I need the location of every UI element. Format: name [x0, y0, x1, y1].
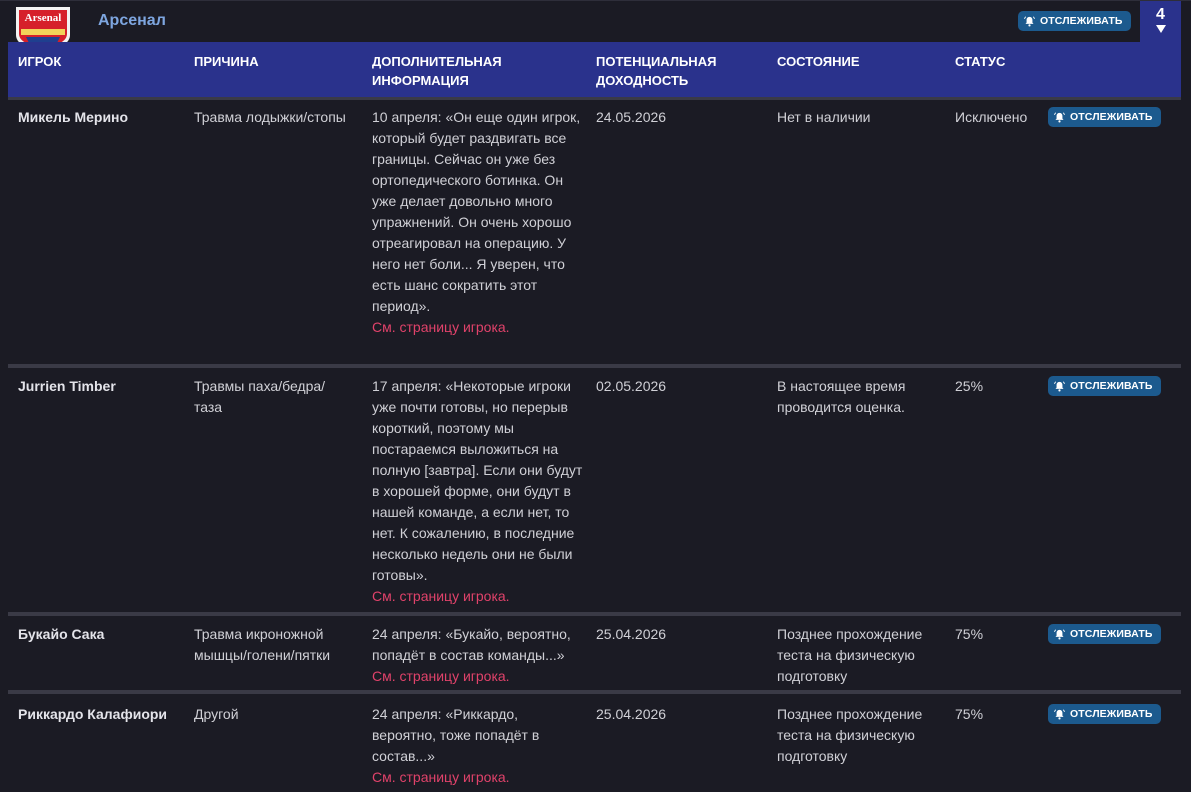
follow-label: ОТСЛЕЖИВАТЬ	[1070, 111, 1153, 123]
info-text: 24 апреля: «Риккардо, вероятно, тоже поп…	[372, 706, 540, 764]
player-page-link[interactable]: См. страницу игрока.	[372, 317, 587, 338]
injury-count: 4	[1156, 6, 1165, 23]
follow-button[interactable]: ОТСЛЕЖИВАТЬ	[1048, 376, 1161, 396]
potential-return: 24.05.2026	[596, 109, 667, 125]
player-name[interactable]: Риккардо Калафиори	[18, 704, 190, 725]
potential-return: 25.04.2026	[596, 626, 667, 642]
condition: Нет в наличии	[777, 109, 871, 125]
follow-button[interactable]: ОТСЛЕЖИВАТЬ	[1048, 624, 1161, 644]
player-page-link[interactable]: См. страницу игрока.	[372, 666, 587, 687]
player-name[interactable]: Микель Мерино	[18, 107, 188, 128]
row-divider	[8, 612, 1181, 616]
info-text: 17 апреля: «Некоторые игроки уже почти г…	[372, 378, 583, 583]
follow-label: ОТСЛЕЖИВАТЬ	[1070, 380, 1153, 392]
injury-reason: Другой	[194, 706, 239, 722]
bell-icon	[1024, 15, 1035, 26]
injury-panel: Arsenal Арсенал ОТСЛЕЖИВАТЬ 4 ИГРОК ПРИЧ…	[0, 0, 1191, 792]
additional-info: 17 апреля: «Некоторые игроки уже почти г…	[372, 376, 587, 607]
row-divider	[8, 364, 1181, 368]
additional-info: 24 апреля: «Букайо, вероятно, попадёт в …	[372, 624, 587, 687]
table-row: Микель Мерино Травма лодыжки/стопы 10 ап…	[8, 100, 1181, 365]
status: 75%	[955, 706, 984, 722]
column-condition[interactable]: СОСТОЯНИЕ	[777, 52, 860, 71]
info-text: 24 апреля: «Букайо, вероятно, попадёт в …	[372, 626, 571, 663]
follow-button[interactable]: ОТСЛЕЖИВАТЬ	[1048, 704, 1161, 724]
count-toggle[interactable]: 4	[1140, 1, 1181, 43]
bell-icon	[1054, 708, 1065, 719]
bell-icon	[1054, 380, 1065, 391]
crest-text: Arsenal	[25, 12, 62, 24]
column-info[interactable]: ДОПОЛНИТЕЛЬНАЯ ИНФОРМАЦИЯ	[372, 52, 562, 90]
additional-info: 24 апреля: «Риккардо, вероятно, тоже поп…	[372, 704, 562, 788]
team-follow-button[interactable]: ОТСЛЕЖИВАТЬ	[1018, 11, 1131, 31]
team-header: Arsenal Арсенал ОТСЛЕЖИВАТЬ 4	[0, 0, 1191, 47]
injury-reason: Травмы паха/бедра/таза	[194, 378, 326, 415]
player-name[interactable]: Jurrien Timber	[18, 376, 188, 397]
info-text: 10 апреля: «Он еще один игрок, который б…	[372, 109, 581, 314]
follow-button[interactable]: ОТСЛЕЖИВАТЬ	[1048, 107, 1161, 127]
table-header: ИГРОК ПРИЧИНА ДОПОЛНИТЕЛЬНАЯ ИНФОРМАЦИЯ …	[8, 42, 1181, 97]
follow-label: ОТСЛЕЖИВАТЬ	[1070, 708, 1153, 720]
status: 25%	[955, 378, 984, 394]
status: 75%	[955, 626, 984, 642]
column-status[interactable]: СТАТУС	[955, 52, 1005, 71]
status: Исключено	[955, 109, 1028, 125]
injury-reason: Травма икроножной мышцы/голени/пятки	[194, 626, 331, 663]
follow-label: ОТСЛЕЖИВАТЬ	[1070, 628, 1153, 640]
condition: Позднее прохождение теста на физическую …	[777, 706, 923, 764]
column-reason[interactable]: ПРИЧИНА	[194, 52, 259, 71]
additional-info: 10 апреля: «Он еще один игрок, который б…	[372, 107, 587, 338]
potential-return: 02.05.2026	[596, 378, 667, 394]
column-return[interactable]: ПОТЕНЦИАЛЬНАЯ ДОХОДНОСТЬ	[596, 52, 766, 90]
player-name[interactable]: Букайо Сака	[18, 624, 188, 645]
condition: Позднее прохождение теста на физическую …	[777, 626, 923, 684]
condition: В настоящее время проводится оценка.	[777, 378, 906, 415]
injury-reason: Травма лодыжки/стопы	[194, 109, 346, 125]
arsenal-crest-icon: Arsenal	[12, 5, 74, 47]
bell-icon	[1054, 628, 1065, 639]
table-row: Риккардо Калафиори Другой 24 апреля: «Ри…	[8, 697, 1181, 792]
column-player[interactable]: ИГРОК	[18, 52, 61, 71]
row-divider	[8, 690, 1181, 694]
follow-label: ОТСЛЕЖИВАТЬ	[1040, 15, 1123, 27]
table-row: Букайо Сака Травма икроножной мышцы/голе…	[8, 617, 1181, 690]
player-page-link[interactable]: См. страницу игрока.	[372, 767, 562, 788]
player-page-link[interactable]: См. страницу игрока.	[372, 586, 587, 607]
chevron-down-icon	[1155, 25, 1166, 33]
bell-icon	[1054, 111, 1065, 122]
table-row: Jurrien Timber Травмы паха/бедра/таза 17…	[8, 369, 1181, 612]
potential-return: 25.04.2026	[596, 706, 667, 722]
team-name[interactable]: Арсенал	[98, 12, 166, 30]
